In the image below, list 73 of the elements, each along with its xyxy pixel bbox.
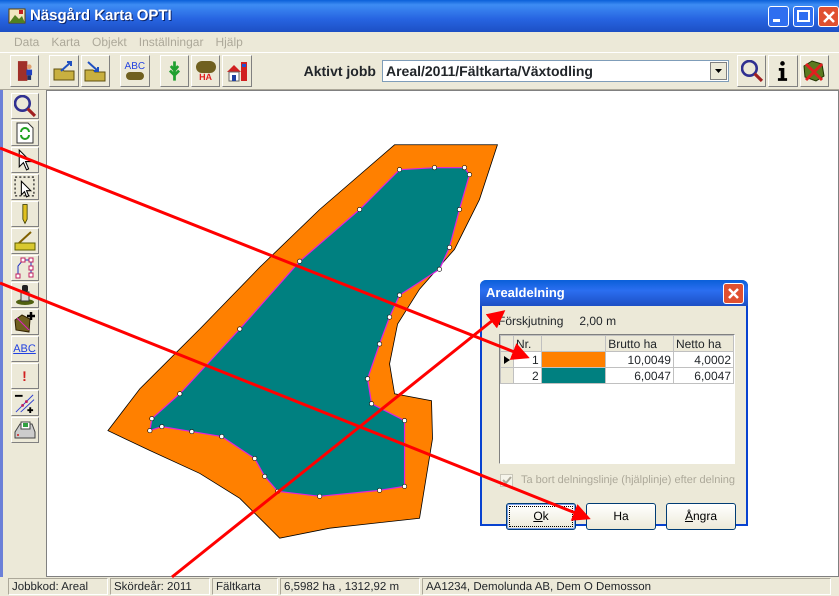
map-delete-icon xyxy=(803,60,826,82)
checkbox-label: Ta bort delningslinje (hjälplinje) efter delning xyxy=(521,473,736,488)
dialog-title: Arealdelning xyxy=(486,284,566,302)
wheat-button[interactable] xyxy=(160,55,189,87)
label-tool-button[interactable]: ABC xyxy=(120,55,150,87)
table-cell: 10,0049 xyxy=(606,352,674,368)
caret-icon xyxy=(714,69,722,73)
maximize-icon xyxy=(797,10,810,22)
dialog-button[interactable]: Ångra xyxy=(666,502,736,530)
maximize-button[interactable] xyxy=(793,6,814,26)
map-delete-button[interactable] xyxy=(800,55,830,87)
folder-icon xyxy=(84,60,106,82)
minimize-icon xyxy=(773,18,780,22)
wheat-icon xyxy=(168,60,180,82)
table-cell: 2 xyxy=(514,368,542,384)
search-icon xyxy=(14,95,36,117)
select-button[interactable] xyxy=(10,174,38,200)
table-cell: 4,0002 xyxy=(673,352,734,368)
table-cell: 6,0047 xyxy=(606,368,674,384)
search-button[interactable] xyxy=(736,55,766,87)
add-area-icon xyxy=(14,311,36,333)
row-pointer-icon xyxy=(503,355,511,366)
door-button[interactable] xyxy=(10,55,40,87)
table-cell: 6,0047 xyxy=(673,368,734,384)
refresh-button[interactable] xyxy=(10,120,38,146)
nodes-icon xyxy=(15,257,34,279)
house-icon xyxy=(226,60,248,82)
pencil-icon xyxy=(22,203,28,225)
close-button[interactable] xyxy=(818,6,839,26)
printer-icon xyxy=(14,421,36,439)
nodes-button[interactable] xyxy=(10,255,38,281)
search-button[interactable] xyxy=(10,93,38,119)
area-tool-button[interactable]: HA xyxy=(190,55,220,87)
pencil-button[interactable] xyxy=(10,201,38,227)
status-pane: AA1234, Demolunda AB, Dem O Demosson xyxy=(422,578,831,595)
info-button[interactable] xyxy=(768,55,798,87)
column-header: Brutto ha xyxy=(606,336,674,352)
add-area-button[interactable] xyxy=(10,309,38,335)
select-icon xyxy=(14,176,35,198)
info-icon xyxy=(777,60,788,82)
house-button[interactable] xyxy=(222,55,252,87)
close-button[interactable] xyxy=(723,282,744,304)
ruler-button[interactable] xyxy=(10,228,38,254)
close-icon xyxy=(822,10,836,23)
dialog-button[interactable]: Ok xyxy=(506,502,576,530)
folder-button[interactable] xyxy=(80,55,110,87)
job-dropdown[interactable]: Areal/2011/Fältkarta/Växtodling xyxy=(382,60,729,82)
sign-tool-button[interactable]: ! xyxy=(10,363,38,389)
status-pane: Fältkarta xyxy=(212,578,278,595)
offset-value: 2,00 m xyxy=(579,313,616,330)
pointer-icon xyxy=(18,149,32,171)
search-icon xyxy=(740,60,763,82)
offset-label: Förskjutning xyxy=(498,313,564,330)
printer-button[interactable] xyxy=(10,417,38,443)
refresh-icon xyxy=(16,122,34,144)
status-pane: Jobbkod: Areal xyxy=(8,578,108,595)
window-title: Näsgård Karta OPTI xyxy=(30,6,173,26)
status-pane: Skördeår: 2011 xyxy=(110,578,210,595)
door-icon xyxy=(16,60,33,82)
dialog-button[interactable]: Ha xyxy=(586,502,656,530)
app-icon xyxy=(8,7,26,25)
folder-icon xyxy=(53,61,76,81)
split-line-icon xyxy=(14,392,35,414)
column-header: Netto ha xyxy=(673,336,734,352)
stamp-icon xyxy=(14,284,34,306)
minimize-button[interactable] xyxy=(768,6,789,26)
folder-button[interactable] xyxy=(49,55,79,87)
close-icon xyxy=(728,287,740,299)
ruler-icon xyxy=(14,231,36,251)
status-pane: 6,5982 ha , 1312,92 m xyxy=(280,578,420,595)
job-label: Aktivt jobb xyxy=(304,62,376,81)
text-tool-button[interactable]: ABC xyxy=(10,336,38,362)
split-line-button[interactable] xyxy=(10,390,38,416)
